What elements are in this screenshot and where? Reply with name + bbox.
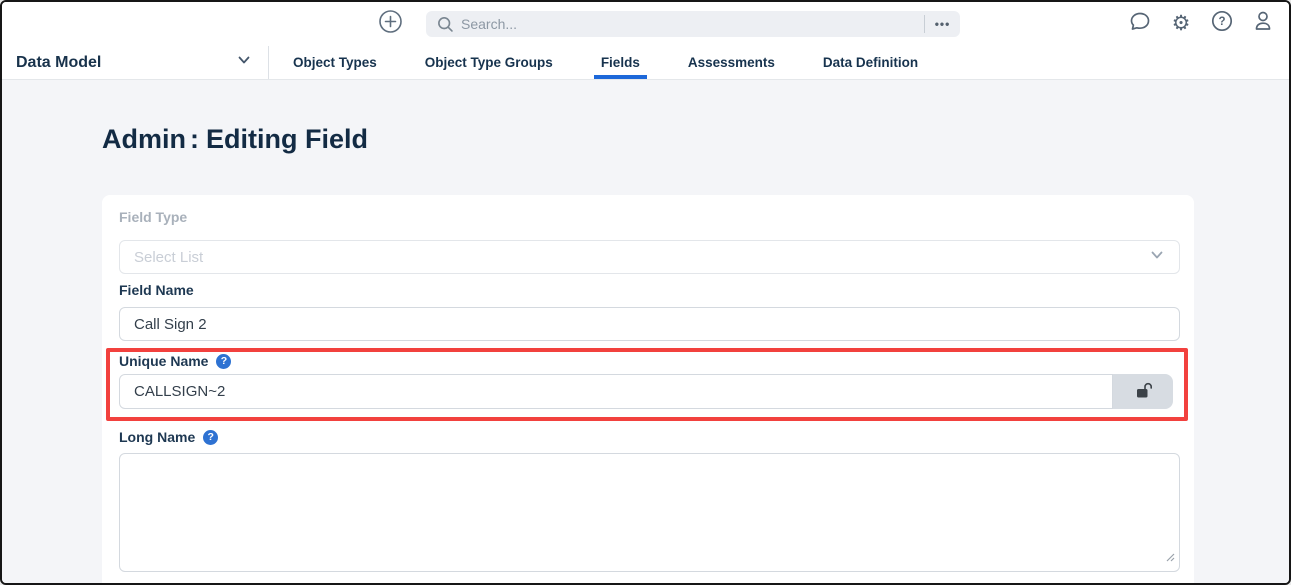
unique-name-label-text: Unique Name bbox=[119, 353, 209, 369]
long-name-help-icon[interactable]: ? bbox=[203, 429, 219, 445]
long-name-textarea[interactable] bbox=[119, 453, 1180, 572]
page-title-prefix: Admin bbox=[102, 124, 186, 154]
unique-name-group bbox=[119, 374, 1173, 409]
search-bar: ••• bbox=[426, 11, 960, 37]
context-dropdown[interactable]: Data Model bbox=[2, 46, 269, 79]
chevron-down-icon bbox=[1149, 247, 1165, 268]
nav-bar: Data Model Object Types Object Type Grou… bbox=[2, 46, 1289, 80]
long-name-label: Long Name ? bbox=[119, 429, 219, 445]
field-type-select[interactable]: Select List bbox=[119, 240, 1180, 274]
field-type-label: Field Type bbox=[119, 209, 188, 225]
field-name-label: Field Name bbox=[119, 282, 194, 298]
tab-fields[interactable]: Fields bbox=[577, 46, 664, 79]
top-bar: ••• ⚙ ? bbox=[2, 2, 1289, 46]
svg-text:?: ? bbox=[1218, 16, 1225, 28]
long-name-label-text: Long Name bbox=[119, 429, 196, 445]
question-circle-icon: ? bbox=[1210, 9, 1234, 38]
chat-button[interactable] bbox=[1127, 10, 1153, 36]
unique-name-label: Unique Name ? bbox=[119, 353, 232, 369]
search-more-button[interactable]: ••• bbox=[924, 15, 960, 33]
chat-bubble-icon bbox=[1128, 9, 1152, 38]
field-type-placeholder: Select List bbox=[134, 248, 204, 266]
context-label: Data Model bbox=[16, 53, 102, 71]
gear-icon: ⚙ bbox=[1171, 10, 1191, 35]
nav-tabs: Object Types Object Type Groups Fields A… bbox=[269, 46, 942, 79]
profile-button[interactable] bbox=[1250, 10, 1276, 36]
page-content: Admin: Editing Field Field Type Select Li… bbox=[2, 80, 1289, 583]
page-title: Admin: Editing Field bbox=[102, 124, 368, 155]
unlock-button[interactable] bbox=[1113, 374, 1173, 409]
unlock-icon bbox=[1132, 379, 1154, 404]
page-title-separator: : bbox=[190, 124, 199, 154]
page-title-text: Editing Field bbox=[206, 124, 368, 154]
plus-circle-icon bbox=[378, 9, 403, 39]
help-button[interactable]: ? bbox=[1209, 10, 1235, 36]
tab-object-type-groups[interactable]: Object Type Groups bbox=[401, 46, 577, 79]
tab-assessments[interactable]: Assessments bbox=[664, 46, 799, 79]
long-name-field bbox=[119, 453, 1180, 572]
tab-object-types[interactable]: Object Types bbox=[269, 46, 401, 79]
search-input[interactable] bbox=[454, 16, 924, 32]
user-icon bbox=[1251, 9, 1275, 38]
chevron-down-icon bbox=[236, 52, 252, 73]
search-icon bbox=[436, 15, 454, 33]
add-button[interactable] bbox=[378, 9, 403, 39]
edit-field-card: Field Type Select List Field Name Unique… bbox=[102, 195, 1194, 583]
unique-name-input[interactable] bbox=[119, 374, 1113, 409]
unique-name-help-icon[interactable]: ? bbox=[216, 353, 232, 369]
tab-data-definition[interactable]: Data Definition bbox=[799, 46, 942, 79]
topbar-icons: ⚙ ? bbox=[1127, 10, 1276, 36]
field-name-input[interactable] bbox=[119, 307, 1180, 341]
app-window: ••• ⚙ ? bbox=[0, 0, 1291, 585]
settings-button[interactable]: ⚙ bbox=[1168, 10, 1194, 36]
